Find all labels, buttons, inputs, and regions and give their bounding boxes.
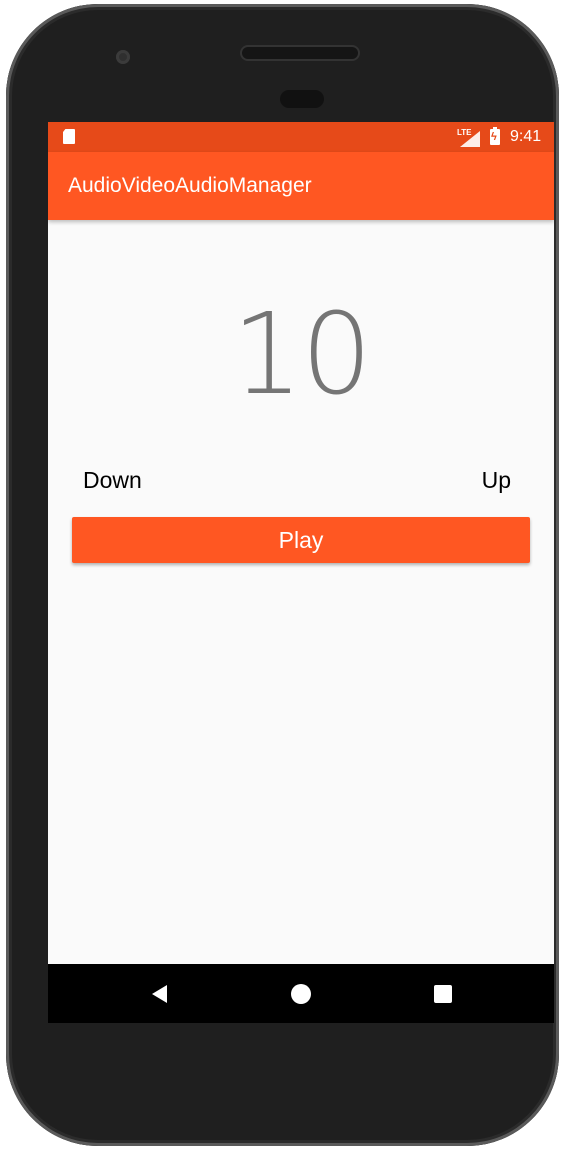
app-bar: AudioVideoAudioManager <box>48 152 554 220</box>
home-icon[interactable] <box>291 984 311 1004</box>
status-bar: LTE ϟ 9:41 <box>48 122 554 152</box>
sd-card-icon <box>63 129 75 144</box>
phone-frame: LTE ϟ 9:41 AudioVideoAudioManager 10 Dow… <box>6 4 559 1146</box>
front-camera <box>116 50 130 64</box>
signal-icon <box>460 131 480 147</box>
volume-value: 10 <box>231 290 373 420</box>
volume-down-label[interactable]: Down <box>83 467 142 494</box>
navigation-bar <box>48 964 554 1023</box>
recents-icon[interactable] <box>434 985 452 1003</box>
app-title: AudioVideoAudioManager <box>68 174 312 197</box>
back-icon[interactable] <box>152 985 167 1003</box>
status-time: 9:41 <box>510 128 542 145</box>
proximity-sensor <box>280 90 324 108</box>
battery-charging-icon: ϟ <box>490 127 500 145</box>
earpiece-speaker <box>242 47 358 59</box>
play-button[interactable]: Play <box>72 517 530 563</box>
screen: LTE ϟ 9:41 AudioVideoAudioManager 10 Dow… <box>48 122 554 1023</box>
volume-up-label[interactable]: Up <box>482 467 511 494</box>
